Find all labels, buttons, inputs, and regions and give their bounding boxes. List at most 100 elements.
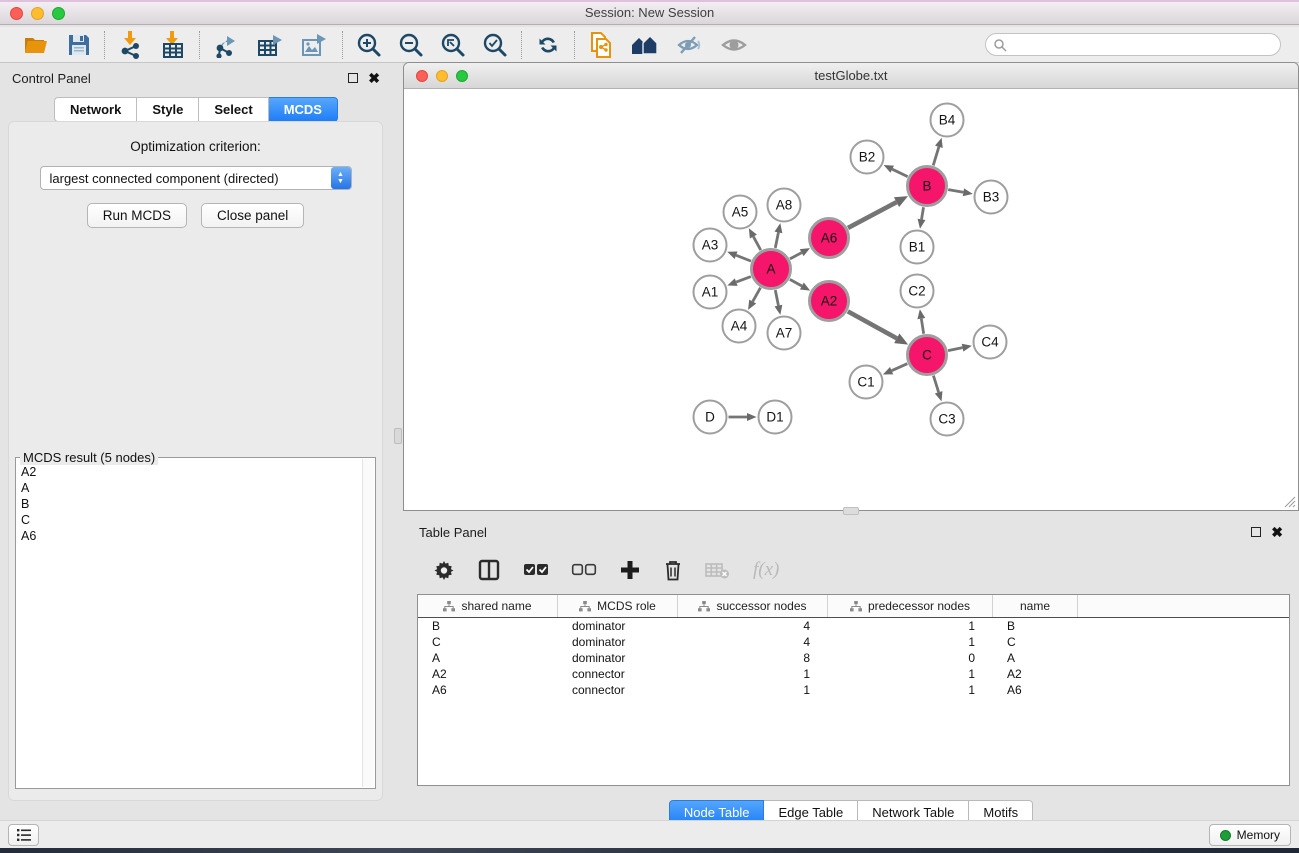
column-header-name[interactable]: name bbox=[993, 595, 1078, 617]
table-cell[interactable]: dominator bbox=[558, 635, 678, 649]
table-cell[interactable]: 1 bbox=[828, 667, 993, 681]
memory-button[interactable]: Memory bbox=[1209, 824, 1291, 846]
column-header-MCDS-role[interactable]: MCDS role bbox=[558, 595, 678, 617]
zoom-in-icon[interactable] bbox=[356, 32, 382, 58]
network-minimize-button[interactable] bbox=[436, 70, 448, 82]
table-cell[interactable]: dominator bbox=[558, 651, 678, 665]
maximize-window-button[interactable] bbox=[52, 7, 65, 20]
table-cell[interactable]: connector bbox=[558, 667, 678, 681]
hide-details-icon[interactable] bbox=[676, 33, 704, 57]
edge-A-A5[interactable] bbox=[753, 237, 760, 251]
select-all-icon[interactable] bbox=[523, 563, 549, 577]
show-details-icon[interactable] bbox=[720, 33, 748, 57]
table-row[interactable]: Adominator80A bbox=[418, 650, 1289, 666]
edge-B-B2[interactable] bbox=[892, 169, 907, 176]
table-cell[interactable]: 1 bbox=[828, 619, 993, 633]
edge-A-A2[interactable] bbox=[790, 279, 802, 286]
table-row[interactable]: Cdominator41C bbox=[418, 634, 1289, 650]
minimize-window-button[interactable] bbox=[31, 7, 44, 20]
add-column-icon[interactable] bbox=[619, 559, 641, 581]
column-view-icon[interactable] bbox=[477, 558, 501, 582]
table-settings-gear-icon[interactable] bbox=[433, 559, 455, 581]
delete-column-trash-icon[interactable] bbox=[663, 558, 683, 582]
zoom-selected-icon[interactable] bbox=[482, 32, 508, 58]
result-scrollbar[interactable] bbox=[362, 459, 374, 787]
mcds-result-item[interactable]: B bbox=[21, 496, 362, 512]
tab-select[interactable]: Select bbox=[199, 97, 268, 122]
clone-network-icon[interactable] bbox=[588, 31, 614, 59]
deselect-all-icon[interactable] bbox=[571, 563, 597, 577]
edge-A6-B[interactable] bbox=[848, 202, 897, 228]
mcds-result-item[interactable]: A6 bbox=[21, 528, 362, 544]
edge-C-C4[interactable] bbox=[948, 348, 963, 351]
close-panel-icon[interactable]: ✖ bbox=[368, 73, 380, 83]
table-cell[interactable]: A2 bbox=[993, 667, 1078, 681]
edge-C-C1[interactable] bbox=[892, 364, 908, 371]
table-cell[interactable]: 4 bbox=[678, 635, 828, 649]
export-table-icon[interactable] bbox=[257, 32, 285, 58]
network-graph[interactable]: B4B2BB3A8A5A6A3B1AA1C2A2A4A7C4CC1DD1C3 bbox=[404, 89, 1298, 510]
table-cell[interactable]: 1 bbox=[828, 635, 993, 649]
network-overview-icon[interactable] bbox=[630, 33, 660, 57]
network-close-button[interactable] bbox=[416, 70, 428, 82]
table-row[interactable]: Bdominator41B bbox=[418, 618, 1289, 634]
table-cell[interactable]: B bbox=[993, 619, 1078, 633]
refresh-icon[interactable] bbox=[535, 32, 561, 58]
table-cell[interactable]: B bbox=[418, 619, 558, 633]
edge-A-A4[interactable] bbox=[753, 288, 761, 302]
edge-C-C3[interactable] bbox=[933, 376, 938, 393]
table-cell[interactable]: A bbox=[993, 651, 1078, 665]
network-window-titlebar[interactable]: testGlobe.txt bbox=[404, 63, 1298, 89]
edge-A-A8[interactable] bbox=[775, 232, 778, 247]
edge-A-A3[interactable] bbox=[736, 255, 751, 261]
delete-table-icon[interactable] bbox=[705, 560, 731, 580]
table-cell[interactable]: A bbox=[418, 651, 558, 665]
run-mcds-button[interactable]: Run MCDS bbox=[87, 203, 187, 228]
table-cell[interactable]: 4 bbox=[678, 619, 828, 633]
edge-C-C2[interactable] bbox=[921, 319, 923, 334]
table-splitter-handle[interactable] bbox=[843, 507, 859, 515]
export-network-icon[interactable] bbox=[213, 32, 241, 58]
table-cell[interactable]: A6 bbox=[993, 683, 1078, 697]
zoom-fit-icon[interactable] bbox=[440, 32, 466, 58]
table-cell[interactable]: 8 bbox=[678, 651, 828, 665]
close-window-button[interactable] bbox=[10, 7, 23, 20]
table-cell[interactable]: 0 bbox=[828, 651, 993, 665]
tab-network[interactable]: Network bbox=[54, 97, 137, 122]
edge-A-A6[interactable] bbox=[790, 253, 802, 259]
column-header-predecessor-nodes[interactable]: predecessor nodes bbox=[828, 595, 993, 617]
table-cell[interactable]: C bbox=[418, 635, 558, 649]
network-canvas[interactable]: B4B2BB3A8A5A6A3B1AA1C2A2A4A7C4CC1DD1C3 bbox=[404, 89, 1298, 510]
edge-A-A7[interactable] bbox=[775, 290, 778, 305]
table-cell[interactable]: connector bbox=[558, 683, 678, 697]
table-cell[interactable]: C bbox=[993, 635, 1078, 649]
search-input[interactable] bbox=[985, 33, 1281, 56]
export-image-icon[interactable] bbox=[301, 32, 329, 58]
float-panel-icon[interactable] bbox=[348, 73, 358, 83]
table-close-panel-icon[interactable]: ✖ bbox=[1271, 527, 1283, 537]
table-row[interactable]: A6connector11A6 bbox=[418, 682, 1289, 698]
edge-B-B1[interactable] bbox=[922, 207, 924, 219]
import-network-icon[interactable] bbox=[118, 31, 144, 59]
import-table-icon[interactable] bbox=[160, 31, 186, 59]
open-file-icon[interactable] bbox=[23, 33, 51, 57]
table-cell[interactable]: 1 bbox=[678, 667, 828, 681]
column-header-successor-nodes[interactable]: successor nodes bbox=[678, 595, 828, 617]
column-header-shared-name[interactable]: shared name bbox=[418, 595, 558, 617]
optimization-criterion-dropdown[interactable]: largest connected component (directed) ▲… bbox=[40, 166, 352, 190]
table-cell[interactable]: 1 bbox=[678, 683, 828, 697]
mcds-result-item[interactable]: C bbox=[21, 512, 362, 528]
table-cell[interactable]: dominator bbox=[558, 619, 678, 633]
table-cell[interactable]: A6 bbox=[418, 683, 558, 697]
zoom-out-icon[interactable] bbox=[398, 32, 424, 58]
edge-A2-C[interactable] bbox=[848, 311, 897, 338]
tab-mcds[interactable]: MCDS bbox=[269, 97, 338, 122]
table-cell[interactable]: A2 bbox=[418, 667, 558, 681]
task-history-button[interactable] bbox=[8, 824, 39, 846]
edge-A-A1[interactable] bbox=[736, 277, 751, 283]
edge-B-B3[interactable] bbox=[948, 190, 963, 193]
table-float-panel-icon[interactable] bbox=[1251, 527, 1261, 537]
panel-splitter-handle[interactable] bbox=[394, 428, 402, 444]
table-row[interactable]: A2connector11A2 bbox=[418, 666, 1289, 682]
edge-B-B4[interactable] bbox=[933, 147, 939, 166]
